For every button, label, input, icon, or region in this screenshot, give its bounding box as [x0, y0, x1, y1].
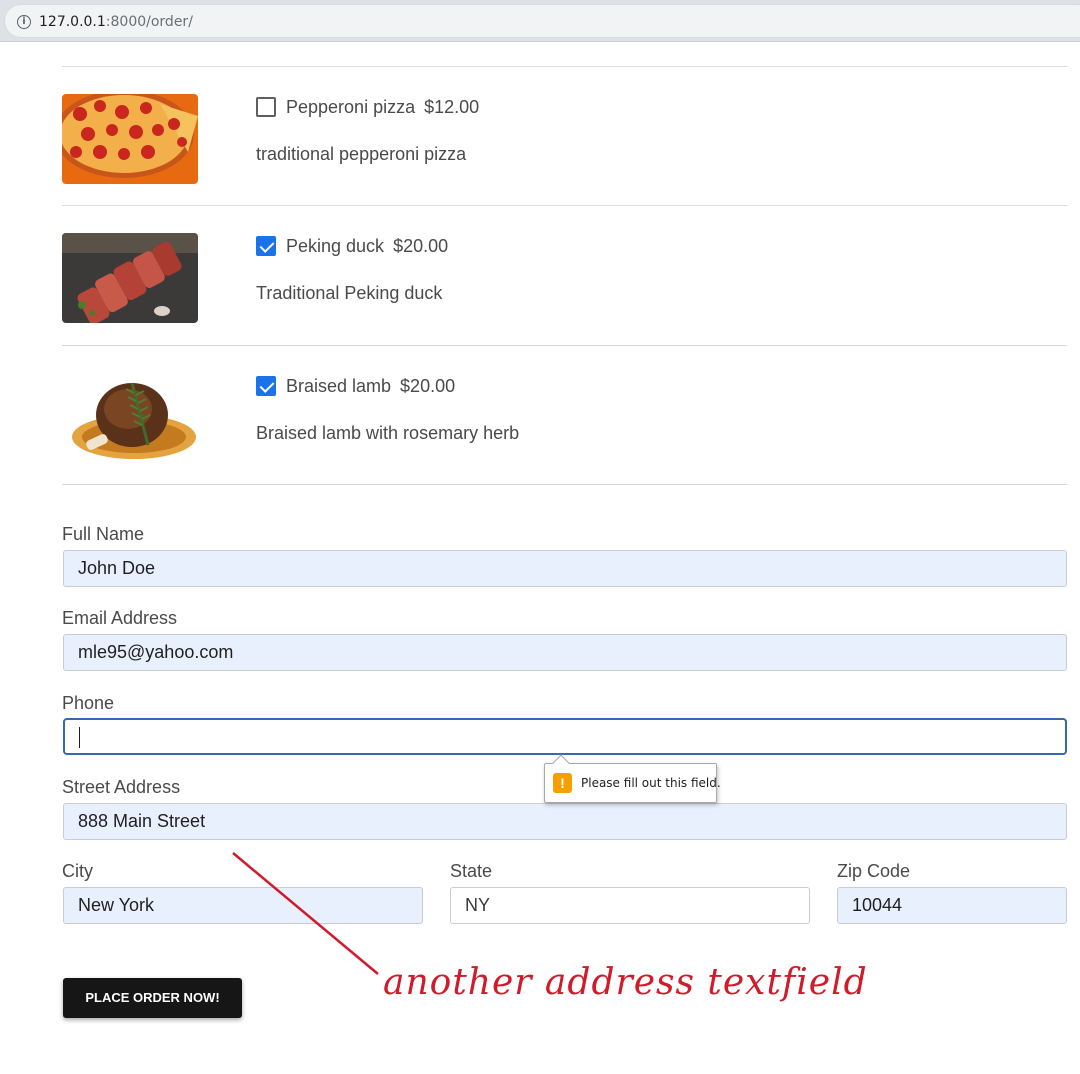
annotation-text: another address textfield [383, 962, 868, 1003]
annotation-arrow [232, 852, 379, 975]
